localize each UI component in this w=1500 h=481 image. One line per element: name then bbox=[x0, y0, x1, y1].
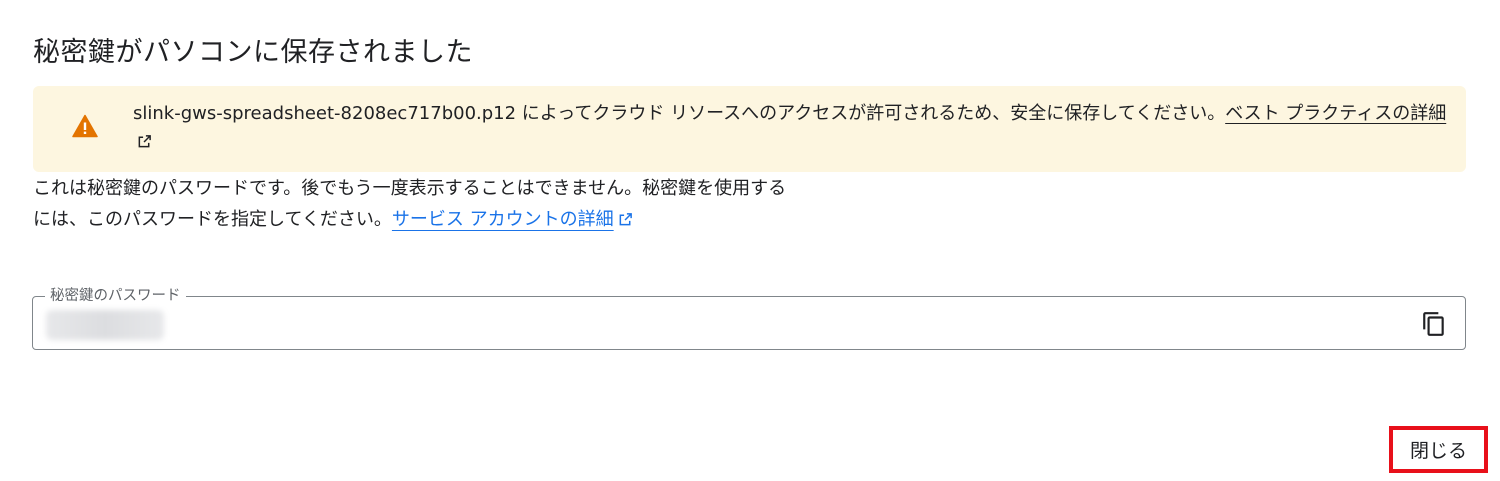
warning-icon bbox=[72, 114, 98, 138]
save-key-dialog: 秘密鍵がパソコンに保存されました slink-gws-spreadsheet-8… bbox=[0, 0, 1500, 481]
service-account-link-label: サービス アカウントの詳細 bbox=[391, 209, 614, 230]
password-value-redacted[interactable] bbox=[46, 310, 164, 340]
dialog-title: 秘密鍵がパソコンに保存されました bbox=[33, 37, 473, 68]
copy-icon[interactable] bbox=[1421, 311, 1447, 337]
password-description: これは秘密鍵のパスワードです。後でもう一度表示することはできません。秘密鍵を使用… bbox=[33, 173, 803, 235]
open-in-new-icon bbox=[138, 135, 151, 148]
private-key-password-field[interactable]: 秘密鍵のパスワード bbox=[32, 287, 1466, 350]
best-practices-link[interactable]: ベスト プラクティスの詳細 bbox=[1225, 103, 1446, 124]
password-field-label: 秘密鍵のパスワード bbox=[45, 287, 186, 305]
service-account-details-link[interactable]: サービス アカウントの詳細 bbox=[392, 209, 614, 230]
close-button[interactable]: 閉じる bbox=[1389, 426, 1488, 473]
warning-banner: slink-gws-spreadsheet-8208ec717b00.p12 に… bbox=[33, 86, 1466, 172]
warning-message: slink-gws-spreadsheet-8208ec717b00.p12 に… bbox=[133, 100, 1448, 156]
best-practices-link-label: ベスト プラクティスの詳細 bbox=[1225, 103, 1447, 124]
open-in-new-icon bbox=[619, 213, 632, 226]
warning-text: slink-gws-spreadsheet-8208ec717b00.p12 に… bbox=[133, 103, 1226, 124]
